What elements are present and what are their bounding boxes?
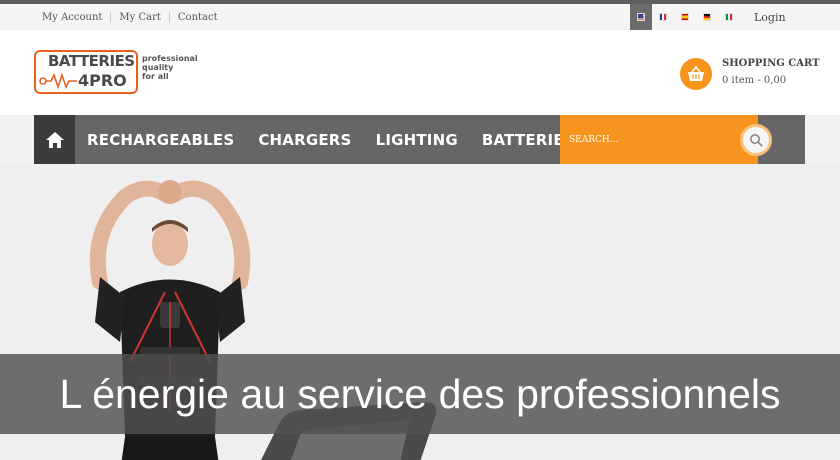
language-option-en[interactable] — [630, 4, 652, 30]
magnifier-icon — [750, 134, 763, 147]
hero-banner-caption: L énergie au service des professionnels — [0, 354, 840, 434]
de-flag-icon — [703, 13, 711, 21]
main-navigation: RECHARGEABLES CHARGERS LIGHTING BATTERIE… — [34, 115, 805, 164]
it-flag-icon — [725, 13, 733, 21]
nav-item-lighting[interactable]: LIGHTING — [376, 131, 458, 149]
logo-tagline: professional quality for all — [142, 54, 198, 81]
top-bar: My Account My Cart Contact Login — [0, 4, 840, 30]
batteries4pro-logo[interactable]: BATTERIES 4PRO professional quality for … — [34, 50, 198, 96]
language-selector: Login — [630, 4, 786, 30]
tagline-line: for all — [142, 72, 169, 81]
my-account-link[interactable]: My Account — [34, 11, 112, 23]
fr-flag-icon — [659, 13, 667, 21]
hero-banner: L énergie au service des professionnels — [0, 164, 840, 460]
cart-summary: 0 item - 0,00 — [722, 75, 787, 86]
nav-menu: RECHARGEABLES CHARGERS LIGHTING BATTERIE… — [75, 115, 587, 164]
us-flag-icon — [637, 13, 645, 21]
language-option-de[interactable] — [696, 4, 718, 30]
logo-text-4pro: 4PRO — [78, 71, 127, 90]
contact-link[interactable]: Contact — [170, 12, 226, 23]
hero-banner-text: L énergie au service des professionnels — [59, 370, 781, 417]
nav-item-chargers[interactable]: CHARGERS — [258, 131, 351, 149]
logo-text-batteries: BATTERIES — [48, 52, 135, 70]
site-header: BATTERIES 4PRO professional quality for … — [0, 30, 840, 115]
tagline-line: quality — [142, 63, 174, 72]
home-icon — [45, 131, 64, 148]
search-box — [560, 115, 772, 164]
tagline-line: professional — [142, 54, 198, 63]
language-option-it[interactable] — [718, 4, 740, 30]
es-flag-icon — [681, 13, 689, 21]
battery-wave-icon — [39, 72, 77, 90]
home-button[interactable] — [34, 115, 75, 164]
login-link[interactable]: Login — [754, 11, 786, 24]
cart-title[interactable]: SHOPPING CART — [722, 58, 820, 69]
my-cart-link[interactable]: My Cart — [111, 11, 170, 23]
search-button[interactable] — [740, 124, 772, 156]
basket-icon[interactable] — [680, 58, 712, 90]
language-option-fr[interactable] — [652, 4, 674, 30]
nav-item-rechargeables[interactable]: RECHARGEABLES — [87, 131, 234, 149]
account-links: My Account My Cart Contact — [34, 4, 226, 30]
search-input[interactable] — [560, 115, 730, 164]
language-option-es[interactable] — [674, 4, 696, 30]
